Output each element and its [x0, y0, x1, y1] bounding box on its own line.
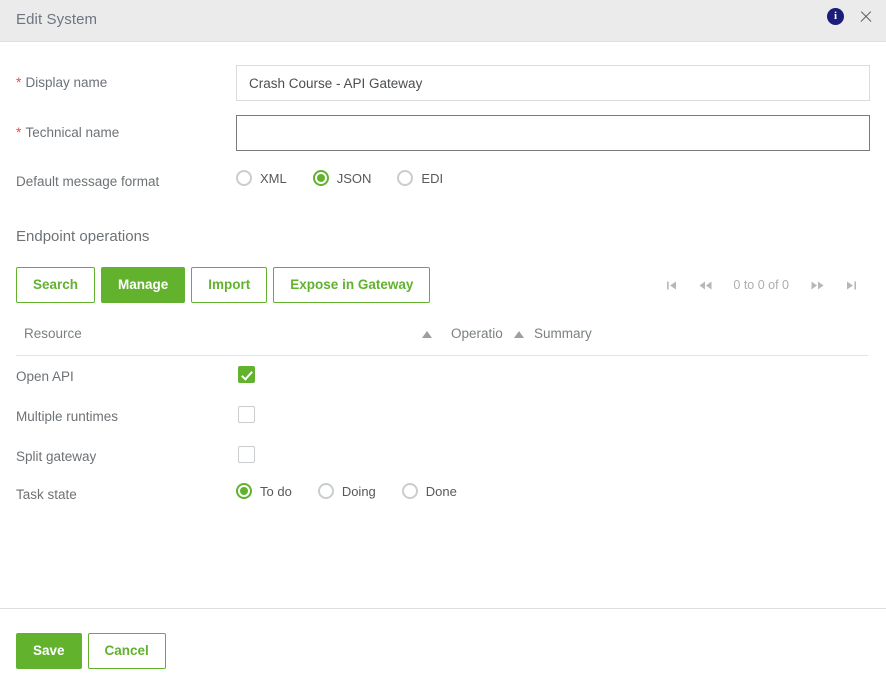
display-name-row: * Display name — [0, 65, 886, 103]
op-button-search[interactable]: Search — [16, 267, 95, 303]
message-format-option-edi[interactable]: EDI — [397, 170, 443, 186]
split-gateway-checkbox[interactable] — [238, 446, 255, 463]
dialog-body: * Display name * Technical name Default me… — [0, 43, 886, 608]
sort-ascending-icon — [422, 331, 432, 338]
column-header-resource[interactable]: Resource — [24, 326, 82, 341]
task-state-option-label: Doing — [342, 484, 376, 499]
default-message-format-radio-group: XML JSON EDI — [236, 170, 469, 186]
previous-page-icon[interactable] — [690, 272, 720, 298]
last-page-icon[interactable] — [836, 272, 866, 298]
message-format-option-label: JSON — [337, 171, 372, 186]
op-button-expose-in-gateway[interactable]: Expose in Gateway — [273, 267, 430, 303]
open-api-row: Open API — [0, 359, 886, 399]
required-marker: * — [16, 74, 21, 90]
display-name-label-text: Display name — [25, 75, 107, 90]
display-name-input[interactable] — [236, 65, 870, 101]
dialog-footer: Save Cancel — [0, 608, 886, 685]
task-state-radio-group: To do Doing Done — [236, 483, 483, 499]
split-gateway-row: Split gateway — [0, 439, 886, 479]
column-header-summary-label: Summary — [534, 326, 592, 341]
split-gateway-label: Split gateway — [16, 449, 96, 464]
task-state-option-doing[interactable]: Doing — [318, 483, 376, 499]
message-format-option-label: XML — [260, 171, 287, 186]
technical-name-row: * Technical name — [0, 115, 886, 153]
task-state-row: Task state To do Doing Done — [0, 478, 886, 516]
technical-name-label: * Technical name — [16, 124, 119, 140]
open-api-label: Open API — [16, 369, 74, 384]
multiple-runtimes-row: Multiple runtimes — [0, 399, 886, 439]
message-format-option-label: EDI — [421, 171, 443, 186]
open-api-checkbox[interactable] — [238, 366, 255, 383]
task-state-option-done[interactable]: Done — [402, 483, 457, 499]
save-button[interactable]: Save — [16, 633, 82, 669]
message-format-option-xml[interactable]: XML — [236, 170, 287, 186]
default-message-format-label: Default message format — [16, 174, 159, 189]
column-header-summary[interactable]: Summary — [534, 326, 592, 341]
column-header-operation[interactable]: Operatio — [451, 326, 524, 341]
multiple-runtimes-checkbox[interactable] — [238, 406, 255, 423]
endpoint-operations-buttons: SearchManageImportExpose in Gateway — [16, 267, 430, 303]
titlebar-actions: i — [827, 8, 874, 25]
radio-mark-icon — [236, 170, 252, 186]
dialog-title: Edit System — [16, 11, 97, 28]
default-message-format-row: Default message format XML JSON EDI — [0, 165, 886, 203]
task-state-option-label: To do — [260, 484, 292, 499]
technical-name-label-text: Technical name — [25, 125, 119, 140]
task-state-option-label: Done — [426, 484, 457, 499]
task-state-option-to-do[interactable]: To do — [236, 483, 292, 499]
radio-mark-icon — [313, 170, 329, 186]
radio-mark-icon — [318, 483, 334, 499]
technical-name-input[interactable] — [236, 115, 870, 151]
display-name-label: * Display name — [16, 74, 107, 90]
column-header-resource-sort[interactable] — [422, 326, 432, 341]
column-header-resource-label: Resource — [24, 326, 82, 341]
message-format-option-json[interactable]: JSON — [313, 170, 372, 186]
op-button-manage[interactable]: Manage — [101, 267, 185, 303]
footer-buttons: Save Cancel — [16, 633, 166, 669]
radio-mark-icon — [236, 483, 252, 499]
op-button-import[interactable]: Import — [191, 267, 267, 303]
close-icon[interactable] — [858, 9, 874, 25]
dialog-titlebar: Edit System i — [0, 0, 886, 42]
cancel-button[interactable]: Cancel — [88, 633, 166, 669]
next-page-icon[interactable] — [802, 272, 832, 298]
sort-ascending-icon — [514, 331, 524, 338]
multiple-runtimes-label: Multiple runtimes — [16, 409, 118, 424]
radio-mark-icon — [402, 483, 418, 499]
first-page-icon[interactable] — [656, 272, 686, 298]
operations-table-header: Resource Operatio Summary — [16, 326, 868, 356]
table-pager: 0 to 0 of 0 — [656, 272, 866, 298]
info-icon[interactable]: i — [827, 8, 844, 25]
required-marker: * — [16, 124, 21, 140]
task-state-label: Task state — [16, 487, 77, 502]
radio-mark-icon — [397, 170, 413, 186]
pager-count-text: 0 to 0 of 0 — [724, 278, 798, 292]
endpoint-operations-title: Endpoint operations — [16, 228, 149, 245]
column-header-operation-label: Operatio — [451, 326, 503, 341]
